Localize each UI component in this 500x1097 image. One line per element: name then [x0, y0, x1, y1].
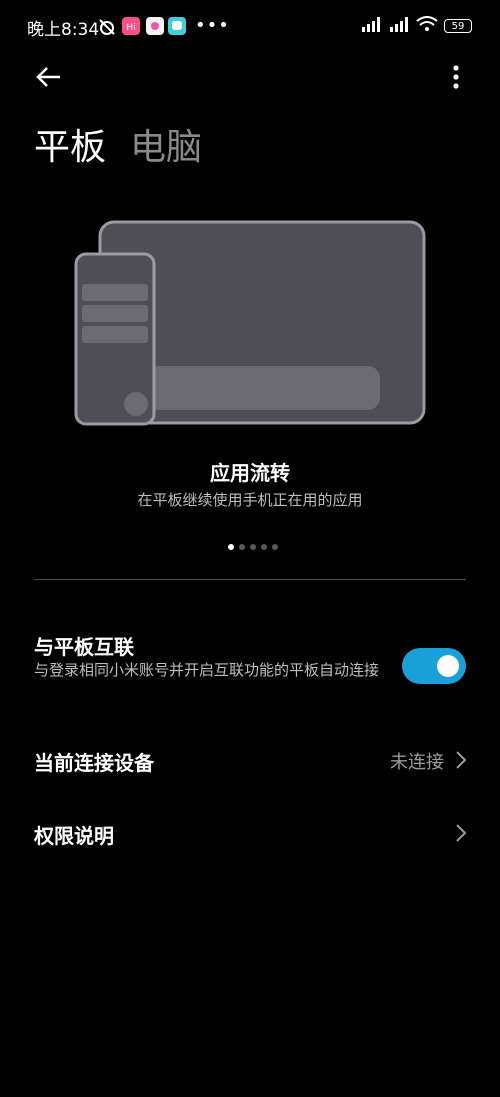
arrow-left-icon — [36, 67, 60, 87]
divider — [34, 579, 466, 580]
alarm-off-icon — [97, 17, 117, 41]
more-vertical-icon — [453, 65, 459, 89]
tab-tablet[interactable]: 平板 — [34, 118, 106, 170]
signal-icon — [388, 16, 410, 36]
feature-subtitle: 在平板继续使用手机正在用的应用 — [137, 491, 363, 509]
page-dot[interactable] — [250, 544, 256, 550]
page-dot[interactable] — [228, 544, 234, 550]
device-tabs: 平板 电脑 — [34, 118, 202, 170]
svg-text:Hi: Hi — [126, 23, 135, 33]
interconnect-description: 与登录相同小米账号并开启互联功能的平板自动连接 — [34, 661, 380, 679]
app-notification-icon — [168, 17, 186, 39]
more-notifications-icon: ••• — [195, 15, 230, 36]
page-indicator — [228, 544, 278, 550]
page-dot[interactable] — [261, 544, 267, 550]
interconnect-title: 与平板互联 — [34, 635, 134, 659]
app-continuity-illustration — [74, 220, 426, 426]
current-device-title: 当前连接设备 — [34, 751, 154, 775]
chevron-right-icon — [456, 824, 467, 842]
status-time: 晚上8:34 — [27, 20, 100, 40]
current-device-status: 未连接 — [390, 752, 444, 773]
permissions-title: 权限说明 — [34, 824, 114, 848]
battery-icon: 59 — [444, 19, 472, 33]
more-options-button[interactable] — [446, 64, 466, 90]
interconnect-toggle[interactable] — [402, 648, 466, 684]
chevron-right-icon — [456, 751, 467, 769]
wifi-icon — [416, 16, 438, 36]
toggle-knob — [437, 655, 459, 677]
app-notification-icon: Hi — [122, 17, 140, 39]
back-button[interactable] — [34, 62, 64, 92]
tab-computer[interactable]: 电脑 — [130, 118, 202, 170]
status-bar: 晚上8:34 Hi ••• 59 — [0, 0, 500, 52]
page-dot[interactable] — [239, 544, 245, 550]
app-notification-icon — [146, 17, 164, 39]
feature-title: 应用流转 — [210, 461, 290, 485]
signal-icon — [360, 16, 382, 36]
page-dot[interactable] — [272, 544, 278, 550]
